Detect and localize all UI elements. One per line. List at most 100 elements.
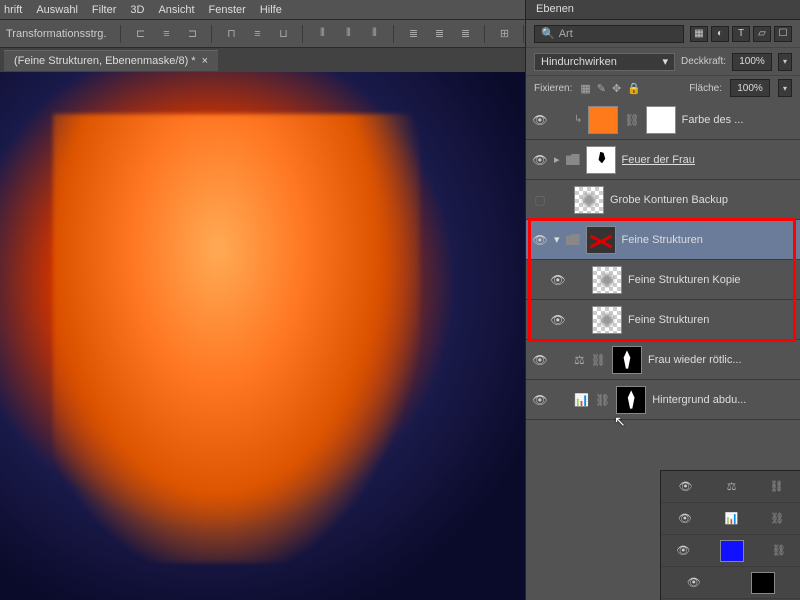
layer-row[interactable]: 👁 ▸ Feuer der Frau <box>526 140 800 180</box>
distribute-v3-icon[interactable]: ≣ <box>454 24 476 44</box>
distribute-v-icon[interactable]: ≣ <box>402 24 424 44</box>
folder-icon <box>566 154 580 165</box>
menu-type[interactable]: hrift <box>4 4 22 16</box>
canvas-image <box>0 72 525 600</box>
mini-row[interactable]: 👁 ⛓ <box>661 535 800 567</box>
layer-row[interactable]: 👁 Feine Strukturen Kopie <box>526 260 800 300</box>
layer-name[interactable]: Frau wieder rötlic... <box>648 354 742 366</box>
canvas[interactable] <box>0 72 525 600</box>
close-icon[interactable]: × <box>202 55 208 67</box>
blend-mode-value: Hindurchwirken <box>541 56 617 68</box>
visibility-icon[interactable]: 👁 <box>532 112 548 128</box>
layer-name[interactable]: Hintergrund abdu... <box>652 394 746 406</box>
layer-name[interactable]: Feine Strukturen <box>628 314 709 326</box>
layer-name[interactable]: Feine Strukturen Kopie <box>628 274 741 286</box>
link-icon: ⛓ <box>595 393 610 407</box>
filter-adjust-icon[interactable]: ◐ <box>711 26 729 42</box>
opacity-label: Deckkraft: <box>681 56 726 67</box>
align-left-icon[interactable]: ⊏ <box>129 24 151 44</box>
mask-thumbnail[interactable] <box>646 106 676 134</box>
mask-thumbnail[interactable] <box>616 386 646 414</box>
opacity-value[interactable]: 100% <box>732 53 772 71</box>
opacity-stepper[interactable]: ▾ <box>778 53 792 71</box>
layer-thumbnail[interactable] <box>588 106 618 134</box>
layer-thumbnail[interactable] <box>720 540 744 562</box>
mask-thumbnail[interactable] <box>586 226 616 254</box>
mini-row[interactable]: 👁 ⚖ ⛓ <box>661 471 800 503</box>
distribute-v2-icon[interactable]: ≣ <box>428 24 450 44</box>
layer-name[interactable]: Feine Strukturen <box>622 234 703 246</box>
fill-label: Fläche: <box>689 83 722 94</box>
align-bottom-icon[interactable]: ⊔ <box>272 24 294 44</box>
mask-thumbnail[interactable] <box>612 346 642 374</box>
filter-smart-icon[interactable]: ☐ <box>774 26 792 42</box>
visibility-icon[interactable]: 👁 <box>532 152 548 168</box>
menu-filter[interactable]: Filter <box>92 4 116 16</box>
visibility-icon[interactable]: 👁 <box>686 575 702 591</box>
visibility-icon[interactable]: 👁 <box>532 232 548 248</box>
lock-pixels-icon[interactable]: ✎ <box>597 82 606 95</box>
fill-stepper[interactable]: ▾ <box>778 79 792 97</box>
auto-align-icon[interactable]: ⊞ <box>493 24 515 44</box>
separator <box>393 25 394 43</box>
menu-window[interactable]: Fenster <box>209 4 246 16</box>
panel-title[interactable]: Ebenen <box>526 0 800 20</box>
visibility-icon[interactable]: 👁 <box>675 543 691 559</box>
visibility-icon[interactable]: 👁 <box>550 312 566 328</box>
menu-select[interactable]: Auswahl <box>36 4 78 16</box>
separator <box>302 25 303 43</box>
align-vcenter-icon[interactable]: ≡ <box>246 24 268 44</box>
lock-transparency-icon[interactable]: ▦ <box>580 82 590 95</box>
visibility-icon[interactable]: 👁 <box>532 352 548 368</box>
layer-name[interactable]: Farbe des ... <box>682 114 744 126</box>
menu-view[interactable]: Ansicht <box>158 4 194 16</box>
layer-thumbnail[interactable] <box>592 266 622 294</box>
filter-pixel-icon[interactable]: ▦ <box>690 26 708 42</box>
layer-filter-dropdown[interactable]: 🔍 Art <box>534 25 684 43</box>
align-hcenter-icon[interactable]: ≡ <box>155 24 177 44</box>
fill-value[interactable]: 100% <box>730 79 770 97</box>
adjustment-icon: ⚖ <box>574 353 585 367</box>
visibility-icon[interactable]: 👁 <box>677 511 693 527</box>
menu-3d[interactable]: 3D <box>130 4 144 16</box>
visibility-icon[interactable]: 👁 <box>550 272 566 288</box>
layer-name[interactable]: Grobe Konturen Backup <box>610 194 728 206</box>
layer-thumbnail[interactable] <box>574 186 604 214</box>
adjustment-icon: ⚖ <box>727 480 737 493</box>
layer-row[interactable]: 👁 📊 ⛓ Hintergrund abdu... <box>526 380 800 420</box>
mask-thumbnail[interactable] <box>586 146 616 174</box>
distribute-h-icon[interactable]: ⦀ <box>311 24 333 44</box>
lock-all-icon[interactable]: 🔒 <box>627 82 641 95</box>
filter-shape-icon[interactable]: ▱ <box>753 26 771 42</box>
mini-row[interactable]: 👁 📊 ⛓ <box>661 503 800 535</box>
filter-type-icon[interactable]: T <box>732 26 750 42</box>
mini-row[interactable]: 👁 <box>661 567 800 599</box>
layer-row[interactable]: 👁 ↳ ⛓ Farbe des ... <box>526 100 800 140</box>
distribute-h2-icon[interactable]: ⦀ <box>337 24 359 44</box>
blend-mode-dropdown[interactable]: Hindurchwirken ▾ <box>534 53 675 71</box>
visibility-icon[interactable]: 👁 <box>532 392 548 408</box>
folder-icon <box>566 234 580 245</box>
layer-row[interactable]: 👁 ⚖ ⛓ Frau wieder rötlic... <box>526 340 800 380</box>
menu-help[interactable]: Hilfe <box>260 4 282 16</box>
secondary-layer-panel: 👁 ⚖ ⛓ 👁 📊 ⛓ 👁 ⛓ 👁 <box>660 470 800 600</box>
clip-indicator-icon: ↳ <box>574 114 582 125</box>
link-icon: ⛓ <box>770 512 784 525</box>
align-right-icon[interactable]: ⊐ <box>181 24 203 44</box>
layer-row[interactable]: ▢ Grobe Konturen Backup <box>526 180 800 220</box>
visibility-icon[interactable]: 👁 <box>678 479 694 495</box>
layer-thumbnail[interactable] <box>751 572 775 594</box>
link-icon: ⛓ <box>772 544 786 557</box>
collapse-icon[interactable]: ▸ <box>554 153 560 166</box>
collapse-icon[interactable]: ▾ <box>554 233 560 246</box>
layer-row[interactable]: 👁 Feine Strukturen <box>526 300 800 340</box>
layer-name[interactable]: Feuer der Frau <box>622 154 695 166</box>
visibility-icon[interactable]: ▢ <box>532 192 548 208</box>
align-top-icon[interactable]: ⊓ <box>220 24 242 44</box>
layer-thumbnail[interactable] <box>592 306 622 334</box>
document-tab[interactable]: (Feine Strukturen, Ebenenmaske/8) * × <box>4 50 218 71</box>
distribute-h3-icon[interactable]: ⦀ <box>363 24 385 44</box>
transform-controls-label[interactable]: Transformationsstrg. <box>6 28 106 40</box>
lock-position-icon[interactable]: ✥ <box>612 82 621 95</box>
layer-row[interactable]: 👁 ▾ Feine Strukturen <box>526 220 800 260</box>
